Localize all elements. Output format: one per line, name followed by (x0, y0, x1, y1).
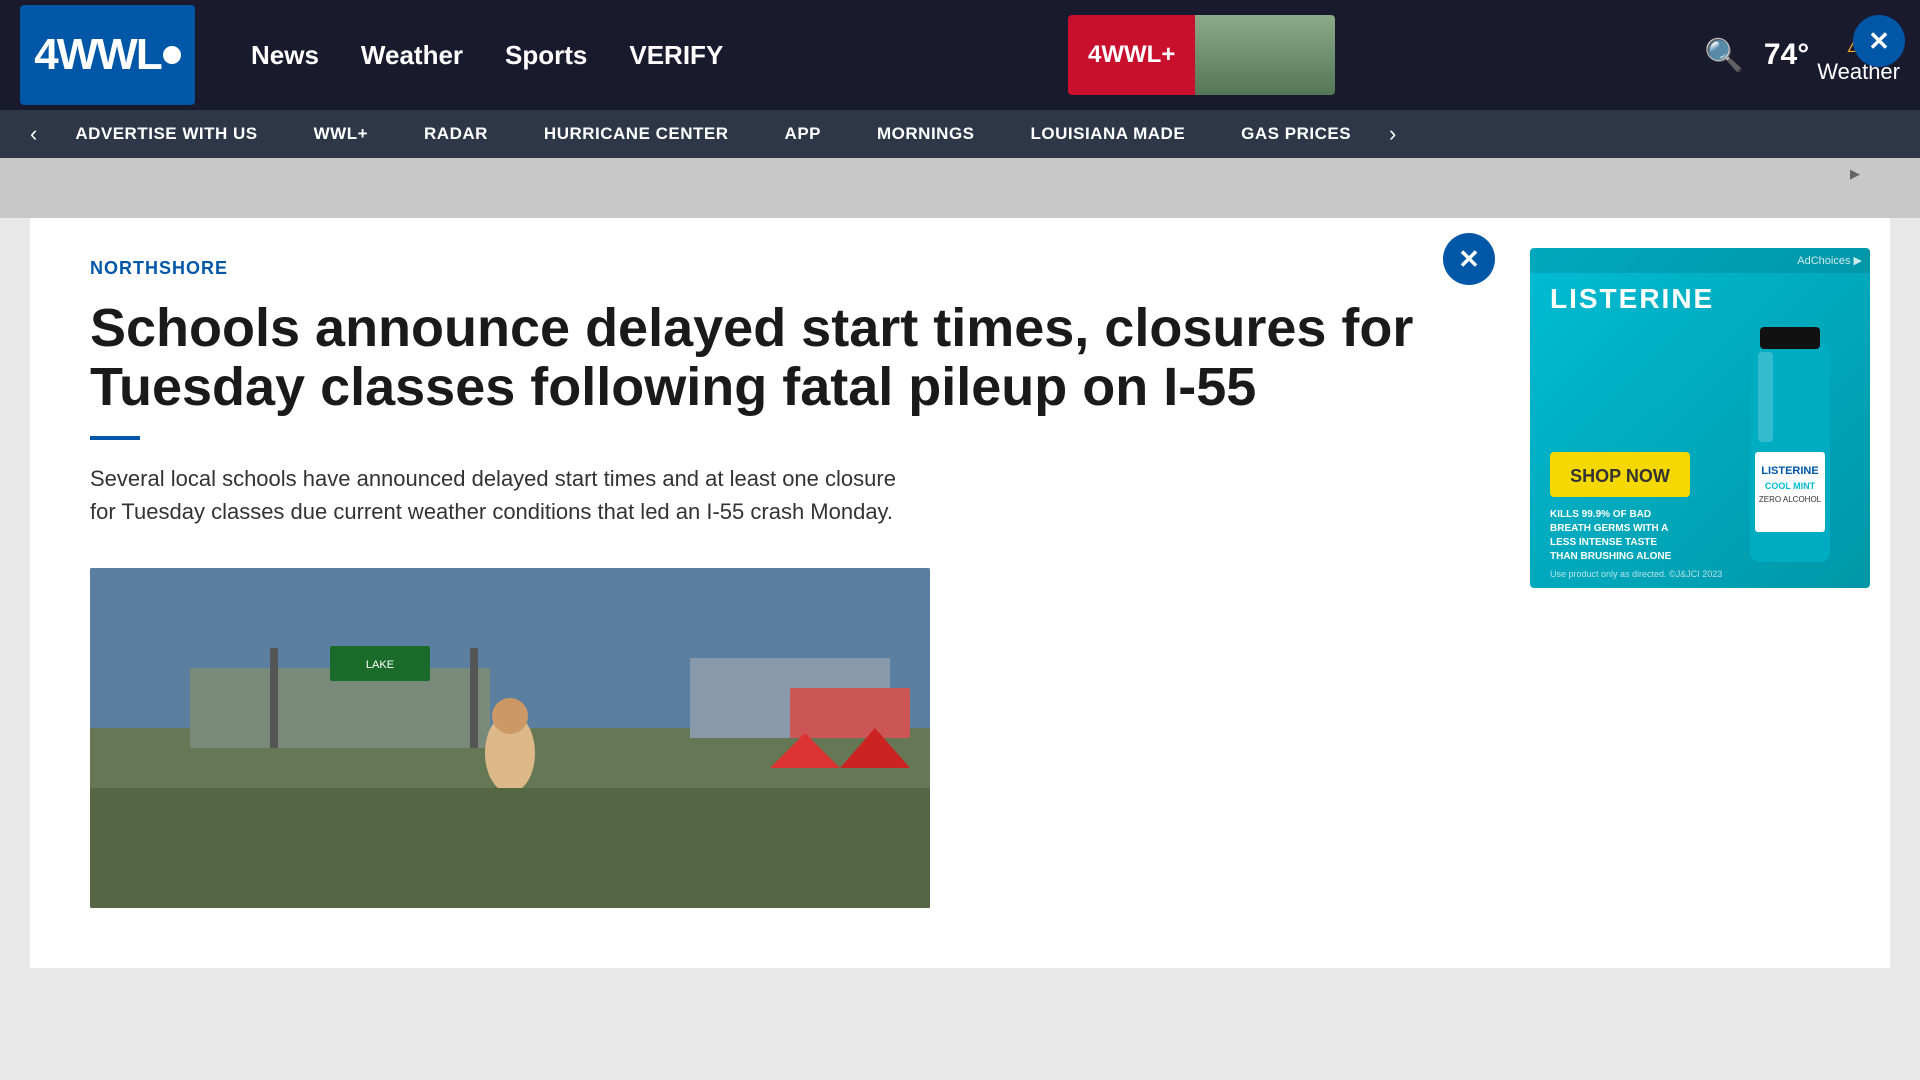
sub-nav-mornings[interactable]: MORNINGS (849, 124, 1003, 144)
ad-indicator: ▶ (1850, 166, 1860, 182)
sub-nav-wwlplus[interactable]: WWL+ (286, 124, 396, 144)
ad-choices-bar: AdChoices ▶ (1530, 248, 1870, 273)
video-thumbnail[interactable] (1195, 15, 1335, 95)
title-underline (90, 436, 140, 440)
wwlplus-label: 4WWL+ (1088, 41, 1175, 69)
wwlplus-badge[interactable]: 4WWL+ (1068, 15, 1195, 95)
svg-text:SHOP NOW: SHOP NOW (1570, 466, 1670, 486)
svg-text:COOL MINT: COOL MINT (1765, 481, 1816, 491)
svg-text:LISTERINE: LISTERINE (1761, 465, 1818, 477)
nav-weather[interactable]: Weather (345, 32, 479, 79)
ad-brand-name: LISTERINE (1530, 273, 1870, 315)
product-image-svg: LISTERINE COOL MINT ZERO ALCOHOL SHOP NO… (1530, 322, 1870, 582)
ad-product-area: LISTERINE COOL MINT ZERO ALCOHOL SHOP NO… (1530, 315, 1870, 588)
svg-text:ZERO ALCOHOL: ZERO ALCOHOL (1759, 495, 1822, 504)
sub-nav-app[interactable]: APP (757, 124, 849, 144)
sub-nav-gas-prices[interactable]: GAS PRICES (1213, 124, 1379, 144)
svg-text:LAKE: LAKE (366, 659, 394, 671)
svg-text:BREATH GERMS WITH A: BREATH GERMS WITH A (1550, 523, 1668, 534)
article-title: Schools announce delayed start times, cl… (90, 299, 1460, 418)
logo-text: 4WWL (34, 30, 160, 80)
nav-links: News Weather Sports VERIFY (235, 32, 739, 79)
sub-navigation: ‹ ADVERTISE WITH US WWL+ RADAR HURRICANE… (0, 110, 1920, 158)
nav-verify[interactable]: VERIFY (613, 32, 739, 79)
nav-sports[interactable]: Sports (489, 32, 603, 79)
article-category: NORTHSHORE (90, 258, 1460, 279)
article-image-svg: LAKE (90, 568, 930, 908)
sidebar-advertisement[interactable]: AdChoices ▶ LISTERINE LISTERINE COOL MIN… (1530, 248, 1870, 588)
article-image: LAKE (90, 568, 930, 908)
svg-text:THAN BRUSHING ALONE: THAN BRUSHING ALONE (1550, 551, 1672, 562)
video-thumb-inner (1195, 15, 1335, 95)
svg-text:KILLS 99.9% OF BAD: KILLS 99.9% OF BAD (1550, 509, 1651, 520)
sidebar-section: AdChoices ▶ LISTERINE LISTERINE COOL MIN… (1510, 218, 1890, 968)
sub-nav-advertise[interactable]: ADVERTISE WITH US (47, 124, 285, 144)
article-summary: Several local schools have announced del… (90, 462, 910, 528)
main-content: ✕ NORTHSHORE Schools announce delayed st… (30, 218, 1890, 968)
logo-circle-icon (163, 46, 181, 64)
search-button[interactable]: 🔍 (1704, 36, 1744, 74)
sub-nav-hurricane[interactable]: HURRICANE CENTER (516, 124, 757, 144)
article-section: ✕ NORTHSHORE Schools announce delayed st… (30, 218, 1510, 968)
close-button-top[interactable]: ✕ (1853, 15, 1905, 67)
nav-news[interactable]: News (235, 32, 335, 79)
weather-temperature: 74° (1764, 38, 1809, 72)
ad-banner: ▶ (0, 158, 1920, 218)
sub-nav-prev[interactable]: ‹ (20, 121, 47, 147)
sub-nav-next[interactable]: › (1379, 121, 1406, 147)
sub-nav-radar[interactable]: RADAR (396, 124, 516, 144)
svg-text:Use product only as directed.: Use product only as directed. ©J&JCI 202… (1550, 569, 1722, 579)
svg-text:LESS INTENSE TASTE: LESS INTENSE TASTE (1550, 537, 1657, 548)
sub-nav-louisiana-made[interactable]: LOUISIANA MADE (1003, 124, 1214, 144)
close-article-button[interactable]: ✕ (1443, 233, 1495, 285)
ad-choices-text: AdChoices ▶ (1797, 254, 1862, 267)
wwlplus-promo[interactable]: 4WWL+ (1068, 15, 1335, 95)
site-logo[interactable]: 4WWL (20, 5, 195, 105)
top-navigation: 4WWL News Weather Sports VERIFY 4WWL+ 🔍 … (0, 0, 1920, 110)
